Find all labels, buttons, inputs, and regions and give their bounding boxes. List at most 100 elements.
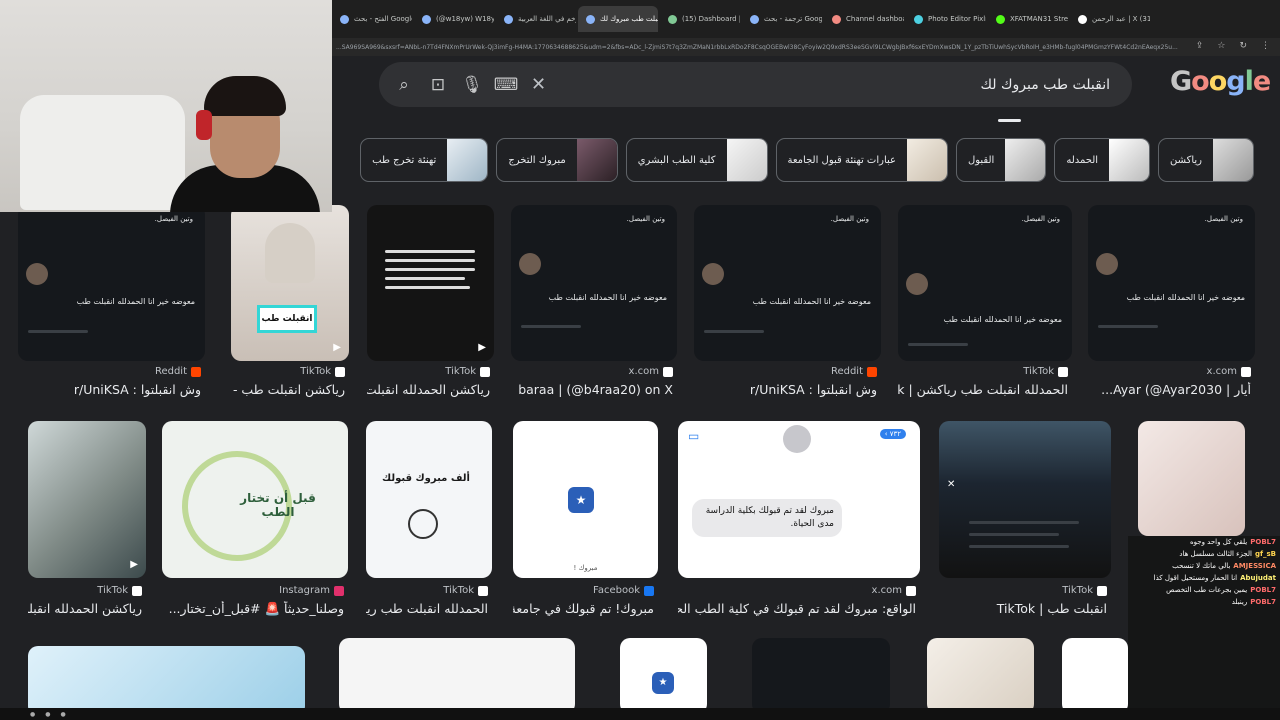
taskbar-app-icon[interactable]: ● [61,711,66,718]
result-title[interactable]: رياكشن الحمدلله انقبلت... [367,382,490,397]
result-thumbnail[interactable]: ▭ ‹ ٧٣٢ مبروك لقد تم قبولك بكلية الدراسة… [678,421,920,578]
browser-tab[interactable]: (@w18yw) W18yw ويلي [414,6,494,32]
image-result[interactable]: وتين الفيصل. معوضه خير انا الحمدلله انقب… [511,205,677,400]
refresh-icon[interactable]: ↻ [1239,41,1247,51]
result-title[interactable]: انقبلت طب | TikTok [939,601,1107,616]
browser-tab[interactable]: (15) Dashboard | Strea [660,6,740,32]
image-result[interactable] [927,638,1034,708]
image-result[interactable] [1138,421,1245,536]
result-thumbnail[interactable] [1062,638,1128,708]
result-thumbnail[interactable]: وتين الفيصل. معوضه خير انا الحمدلله انقب… [898,205,1072,361]
result-title[interactable]: أيار | Ayar (@Ayar2030... [1088,382,1251,397]
image-result[interactable]: ★ مبروك ! Facebook مبروك! تم قبولك في جا… [513,421,658,621]
result-thumbnail[interactable] [28,646,305,708]
chip[interactable]: كلية الطب البشري [625,138,768,182]
menu-icon[interactable]: ⋮ [1261,41,1270,51]
result-title[interactable]: مبروك! تم قبولك في جامعة ... [513,601,654,616]
result-thumbnail[interactable] [927,638,1034,708]
result-source[interactable]: x.com [629,366,673,377]
browser-tab[interactable]: XFATMAN31 Stream [988,6,1068,32]
result-thumbnail[interactable]: وتين الفيصل. معوضه خير انا الحمدلله انقب… [18,205,205,361]
result-source[interactable]: TikTok [97,585,142,596]
image-result[interactable]: ✕ TikTok انقبلت طب | TikTok [939,421,1111,621]
book-title: قبل أن تختار الطب [240,491,316,519]
result-thumbnail[interactable]: ▶ [28,421,146,578]
image-result[interactable]: ألف مبروك قبولك TikTok الحمدلله انقبلت ط… [366,421,492,621]
lens-camera-icon[interactable]: ⊡ [421,75,455,95]
result-title[interactable]: الحمدلله انقبلت طب رياكشن | ok... [898,382,1068,397]
result-thumbnail[interactable] [339,638,575,708]
result-thumbnail[interactable]: ★ مبروك ! [513,421,658,578]
result-thumbnail[interactable]: قبل أن تختار الطب [162,421,348,578]
chip[interactable]: رياكشن [1158,138,1254,182]
image-result[interactable]: وتين الفيصل. معوضه خير انا الحمدلله انقب… [18,205,205,400]
result-thumbnail[interactable]: وتين الفيصل. معوضه خير انا الحمدلله انقب… [511,205,677,361]
chip[interactable]: عبارات تهنئة قبول الجامعة [775,138,948,182]
image-result[interactable]: ▶ TikTok رياكشن الحمدلله انقبلت... [367,205,494,400]
search-box[interactable]: ⌕ ⊡ 🎙 ⌨ ✕ انقبلت طب مبروك لك [379,62,1132,107]
image-result[interactable] [28,646,305,708]
google-logo[interactable]: Google [1170,66,1271,97]
result-title[interactable]: baraa | (@b4raa20) on X [511,382,673,397]
taskbar-app-icon[interactable]: ● [45,711,50,718]
result-thumbnail[interactable]: ألف مبروك قبولك [366,421,492,578]
image-result[interactable]: وتين الفيصل. معوضه خير انا الحمدلله انقب… [1088,205,1255,400]
browser-tab-active[interactable]: انقبلت طب مبروك لك✕ [578,6,658,32]
chip[interactable]: القبول [955,138,1047,182]
image-result[interactable]: وتين الفيصل. معوضه خير انا الحمدلله انقب… [898,205,1072,400]
result-source[interactable]: Reddit [831,366,877,377]
result-title[interactable]: وصلنا_حديثاً 🚨 #قبل_أن_تختار... [162,601,344,617]
result-title[interactable]: وش انقبلتوا : r/UniKSA [694,382,877,397]
chip[interactable]: مبروك التخرج [496,138,618,182]
image-result[interactable] [339,638,575,708]
result-source[interactable]: TikTok [300,366,345,377]
result-source[interactable]: TikTok [1062,585,1107,596]
browser-tab[interactable]: عبد الرحمن | X (31 [1070,6,1150,32]
bookmark-star-icon[interactable]: ☆ [1217,41,1225,51]
image-result[interactable]: ▶ TikTok رياكشن الحمدلله انقبلت... [28,421,146,621]
result-title[interactable]: رياكشن انقبلت طب - ت... [231,382,345,397]
browser-tab[interactable]: الزخم في اللغة العربية [496,6,576,32]
browser-tab[interactable]: Channel dashboard - [824,6,904,32]
chip[interactable]: تهنئة تخرج طب [360,138,489,182]
browser-tab[interactable]: ترجمة - بحث Google [742,6,822,32]
chip[interactable]: الحمدله [1054,138,1151,182]
clear-search-icon[interactable]: ✕ [531,74,546,95]
result-source[interactable]: TikTok [1023,366,1068,377]
image-result[interactable]: وتين الفيصل. معوضه خير انا الحمدلله انقب… [694,205,881,400]
result-thumbnail[interactable]: وتين الفيصل. معوضه خير انا الحمدلله انقب… [694,205,881,361]
result-source[interactable]: Instagram [279,585,344,596]
result-source[interactable]: Reddit [155,366,201,377]
result-thumbnail[interactable]: ▶ [367,205,494,361]
keyboard-icon[interactable]: ⌨ [489,75,523,95]
image-result[interactable]: ▭ ‹ ٧٣٢ مبروك لقد تم قبولك بكلية الدراسة… [678,421,920,621]
image-result[interactable]: ★ [620,638,707,708]
image-result[interactable] [752,638,890,708]
microphone-icon[interactable]: 🎙 [455,75,489,95]
share-icon[interactable]: ⇪ [1196,41,1204,51]
url-text[interactable]: ...SA969SA969&sxsrf=ANbL-n7Td4FNXmPrUrWe… [336,44,1206,51]
result-source[interactable]: Facebook [593,585,654,596]
result-title[interactable]: الحمدلله انقبلت طب ريا... [366,601,488,616]
taskbar-app-icon[interactable]: ● [30,711,35,718]
result-thumbnail[interactable]: ✕ [939,421,1111,578]
result-thumbnail[interactable]: انقبلت طب ▶ [231,205,349,361]
result-title[interactable]: وش انقبلتوا : r/UniKSA [18,382,201,397]
result-thumbnail[interactable]: ★ [620,638,707,708]
result-source[interactable]: x.com [872,585,916,596]
result-thumbnail[interactable]: وتين الفيصل. معوضه خير انا الحمدلله انقب… [1088,205,1255,361]
search-icon[interactable]: ⌕ [387,75,421,95]
browser-tab[interactable]: Photo Editor Pixlr Free [906,6,986,32]
result-source[interactable]: TikTok [443,585,488,596]
image-result[interactable]: انقبلت طب ▶ TikTok رياكشن انقبلت طب - ت.… [231,205,349,400]
browser-tab[interactable]: الفتح - بحث Google [332,6,412,32]
result-thumbnail[interactable] [1138,421,1245,536]
image-result[interactable]: قبل أن تختار الطب Instagram وصلنا_حديثاً… [162,421,348,621]
result-source[interactable]: x.com [1207,366,1251,377]
result-source[interactable]: TikTok [445,366,490,377]
result-title[interactable]: رياكشن الحمدلله انقبلت... [28,601,142,616]
result-thumbnail[interactable] [752,638,890,708]
result-title[interactable]: الواقع: مبروك لقد تم قبولك في كلية الطب … [678,601,916,616]
image-result[interactable] [1062,638,1128,708]
search-input[interactable]: انقبلت طب مبروك لك [546,77,1132,93]
